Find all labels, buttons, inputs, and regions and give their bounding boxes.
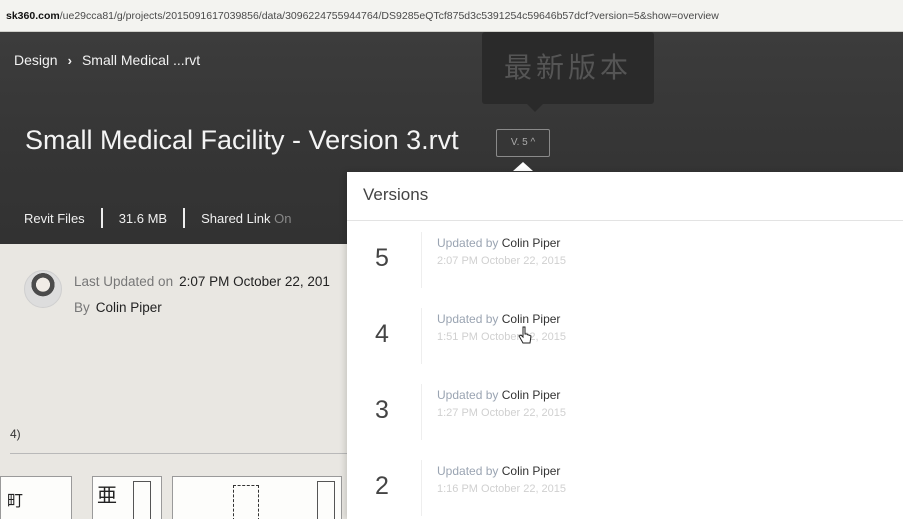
tooltip-arrow bbox=[527, 104, 543, 112]
version-updated-by: Updated by Colin Piper bbox=[437, 388, 560, 402]
panel-divider bbox=[347, 220, 903, 221]
breadcrumb-current: Small Medical ...rvt bbox=[81, 52, 201, 68]
dropdown-pointer bbox=[513, 162, 533, 171]
version-tooltip: 最新版本 bbox=[482, 32, 654, 112]
shared-link-status: On bbox=[274, 210, 292, 226]
version-divider bbox=[421, 232, 422, 288]
updated-by-label: Updated by bbox=[437, 236, 499, 250]
version-date: 1:27 PM October 22, 2015 bbox=[437, 407, 567, 419]
section-label: 4) bbox=[10, 427, 21, 441]
version-item[interactable]: 3 Updated by Colin Piper 1:27 PM October… bbox=[347, 374, 903, 450]
last-updated-label: Last Updated on bbox=[74, 274, 174, 289]
sheet-thumbnail[interactable]: 町 bbox=[0, 476, 72, 519]
breadcrumb: Design › Small Medical ...rvt bbox=[14, 52, 200, 68]
version-item[interactable]: 5 Updated by Colin Piper 2:07 PM October… bbox=[347, 222, 903, 298]
version-number: 2 bbox=[375, 472, 389, 500]
version-updated-by: Updated by Colin Piper bbox=[437, 312, 560, 326]
version-date: 1:51 PM October 22, 2015 bbox=[437, 331, 567, 343]
address-bar[interactable]: sk360.com/ue29cca81/g/projects/201509161… bbox=[0, 0, 903, 32]
url-host: sk360.com bbox=[6, 10, 60, 22]
meta-divider bbox=[100, 208, 103, 228]
updated-by-value[interactable]: Colin Piper bbox=[96, 300, 162, 315]
drawing-outline bbox=[233, 485, 259, 519]
version-updated-by: Updated by Colin Piper bbox=[437, 236, 560, 250]
version-author: Colin Piper bbox=[501, 312, 561, 326]
avatar bbox=[24, 270, 62, 308]
version-date: 1:16 PM October 22, 2015 bbox=[437, 483, 567, 495]
shared-link[interactable]: Shared Link On bbox=[201, 211, 291, 226]
sheet-thumbnails: 町 亜 bbox=[0, 470, 345, 519]
version-number: 4 bbox=[375, 320, 389, 348]
thumbnail-label: 亜 bbox=[97, 483, 117, 507]
breadcrumb-parent[interactable]: Design bbox=[14, 52, 58, 68]
updated-by: By Colin Piper bbox=[74, 300, 162, 315]
updated-by-label: Updated by bbox=[437, 312, 499, 326]
hand-cursor-icon bbox=[518, 326, 532, 344]
section-divider bbox=[10, 453, 350, 454]
sheet-thumbnail[interactable] bbox=[172, 476, 342, 519]
last-updated: Last Updated on 2:07 PM October 22, 201 bbox=[74, 274, 330, 289]
versions-panel: Versions 5 Updated by Colin Piper 2:07 P… bbox=[347, 172, 903, 519]
drawing-outline bbox=[133, 481, 151, 519]
version-author: Colin Piper bbox=[501, 464, 561, 478]
chevron-right-icon: › bbox=[67, 52, 72, 68]
meta-divider bbox=[183, 208, 186, 228]
file-meta: Revit Files 31.6 MB Shared Link On bbox=[24, 208, 291, 228]
version-divider bbox=[421, 384, 422, 440]
version-number: 5 bbox=[375, 244, 389, 272]
sheet-thumbnail[interactable]: 亜 bbox=[92, 476, 162, 519]
page-title: Small Medical Facility - Version 3.rvt bbox=[25, 125, 459, 155]
version-selector-button[interactable]: V. 5 ^ bbox=[496, 129, 550, 157]
version-date: 2:07 PM October 22, 2015 bbox=[437, 255, 567, 267]
updated-by-label: Updated by bbox=[437, 388, 499, 402]
file-size: 31.6 MB bbox=[118, 210, 168, 226]
version-author: Colin Piper bbox=[501, 236, 561, 250]
thumbnail-label: 町 bbox=[7, 491, 24, 510]
version-item[interactable]: 4 Updated by Colin Piper 1:51 PM October… bbox=[347, 298, 903, 374]
versions-panel-title: Versions bbox=[363, 185, 429, 204]
tooltip-text: 最新版本 bbox=[503, 52, 632, 83]
drawing-outline bbox=[317, 481, 335, 519]
version-divider bbox=[421, 308, 422, 364]
version-number: 3 bbox=[375, 396, 389, 424]
version-divider bbox=[421, 460, 422, 516]
url-path: /ue29cca81/g/projects/2015091617039856/d… bbox=[59, 10, 719, 22]
version-item[interactable]: 2 Updated by Colin Piper 1:16 PM October… bbox=[347, 450, 903, 519]
version-author: Colin Piper bbox=[501, 388, 561, 402]
updated-by-label: By bbox=[74, 300, 90, 315]
shared-link-label: Shared Link bbox=[201, 210, 271, 226]
updated-by-label: Updated by bbox=[437, 464, 499, 478]
last-updated-value: 2:07 PM October 22, 201 bbox=[179, 274, 330, 289]
file-type[interactable]: Revit Files bbox=[24, 211, 85, 226]
version-updated-by: Updated by Colin Piper bbox=[437, 464, 560, 478]
